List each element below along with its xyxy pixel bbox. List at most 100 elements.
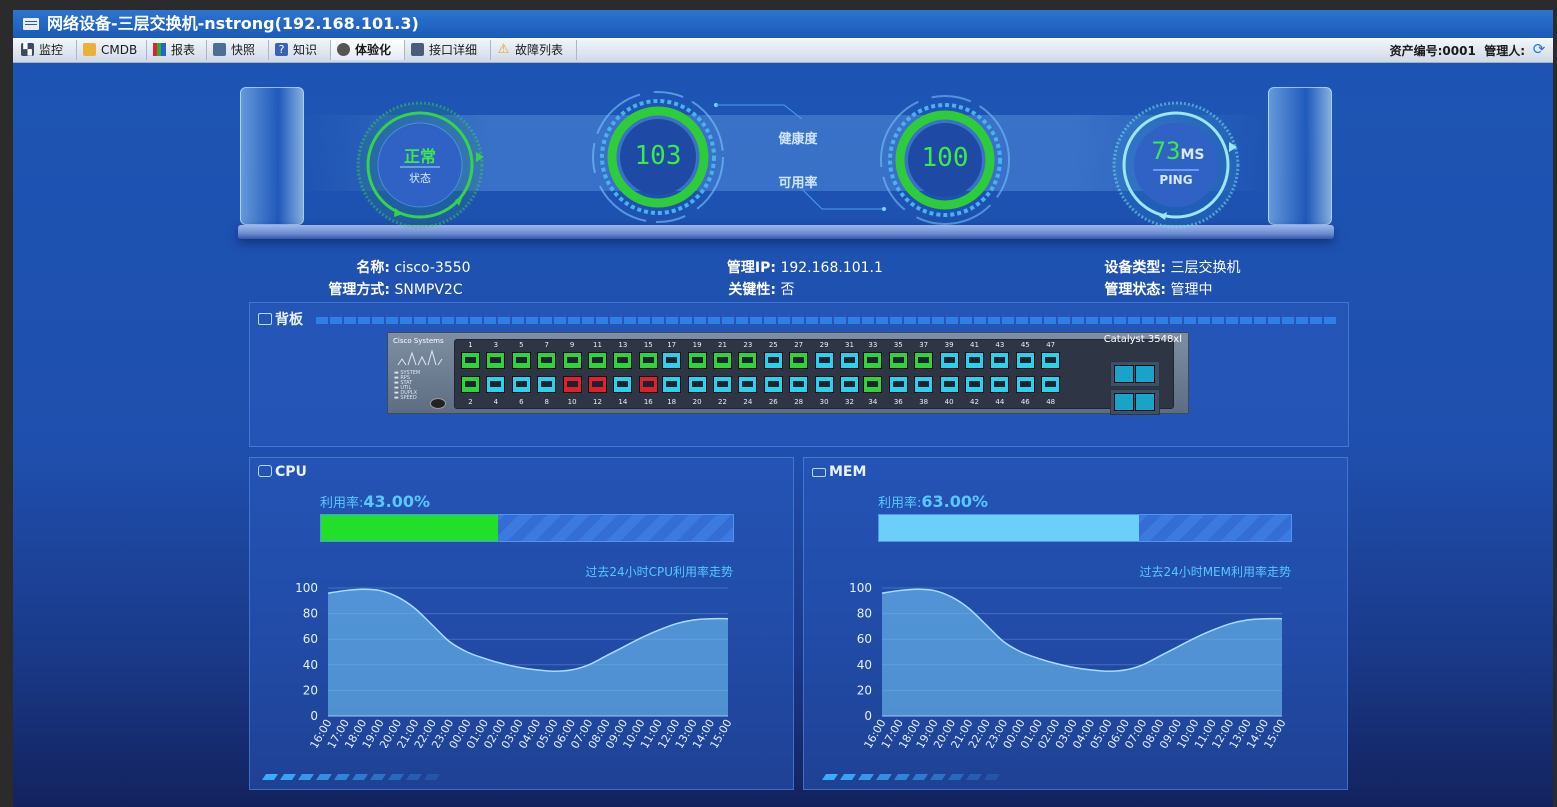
- stripe-mark: [298, 774, 314, 780]
- port-number: 3: [493, 341, 499, 349]
- switch-port-25[interactable]: [763, 352, 783, 369]
- stripe-mark: [840, 774, 856, 780]
- mem-util-fill: [879, 515, 1139, 541]
- switch-port-7[interactable]: [537, 352, 557, 369]
- switch-port-21[interactable]: [713, 352, 732, 369]
- y-tick-label: 100: [849, 581, 872, 595]
- switch-port-41[interactable]: [965, 352, 984, 369]
- uplink-port-1a: [1114, 365, 1134, 383]
- switch-port-12[interactable]: [588, 376, 607, 393]
- info-criticality-label: 关键性:: [728, 282, 776, 298]
- switch-port-43[interactable]: [990, 352, 1010, 369]
- switch-port-13[interactable]: [613, 352, 633, 369]
- info-device-type-label: 设备类型:: [1104, 260, 1166, 276]
- port-number: 6: [519, 398, 524, 406]
- stripe-mark: [822, 774, 838, 780]
- switch-port-36[interactable]: [888, 376, 908, 393]
- switch-port-33[interactable]: [863, 352, 883, 369]
- switch-port-30[interactable]: [814, 376, 834, 393]
- switch-port-14[interactable]: [613, 376, 633, 393]
- area-fill: [328, 589, 728, 716]
- switch-port-11[interactable]: [588, 352, 607, 369]
- switch-port-32[interactable]: [840, 376, 859, 393]
- switch-port-3[interactable]: [486, 352, 506, 369]
- glass-pillar-right: [1268, 87, 1332, 225]
- switch-port-40[interactable]: [939, 376, 959, 393]
- device-icon: [23, 18, 39, 30]
- uplink-port-1[interactable]: [1110, 361, 1160, 387]
- switch-port-47[interactable]: [1041, 352, 1061, 369]
- cpu-title: CPU: [258, 464, 307, 480]
- switch-port-18[interactable]: [662, 376, 682, 393]
- switch-port-44[interactable]: [990, 376, 1010, 393]
- switch-port-5[interactable]: [511, 352, 531, 369]
- switch-port-31[interactable]: [840, 352, 859, 369]
- port-number: 29: [819, 341, 829, 349]
- switch-port-42[interactable]: [965, 376, 984, 393]
- port-number: 20: [692, 398, 702, 406]
- refresh-icon[interactable]: ⟳: [1531, 41, 1547, 57]
- switch-port-23[interactable]: [738, 352, 758, 369]
- ping-unit: MS: [1180, 147, 1205, 163]
- switch-port-27[interactable]: [789, 352, 809, 369]
- switch-port-2[interactable]: [461, 376, 480, 393]
- switch-port-39[interactable]: [939, 352, 959, 369]
- switch-port-17[interactable]: [662, 352, 682, 369]
- switch-port-34[interactable]: [863, 376, 883, 393]
- port-number: 13: [618, 341, 628, 349]
- info-name-value: cisco-3550: [394, 260, 471, 276]
- stripe-mark: [424, 774, 440, 780]
- info-mgmt-ip: 管理IP: 192.168.101.1: [690, 257, 883, 277]
- switch-port-24[interactable]: [738, 376, 758, 393]
- switch-port-48[interactable]: [1041, 376, 1061, 393]
- mem-util-value: 63.00%: [921, 492, 989, 511]
- cpu-util-bar: [320, 514, 734, 542]
- switch-port-26[interactable]: [763, 376, 783, 393]
- tab-report[interactable]: 报表: [147, 40, 207, 60]
- switch-port-22[interactable]: [713, 376, 732, 393]
- switch-port-8[interactable]: [537, 376, 557, 393]
- port-number: 21: [718, 341, 727, 349]
- switch-port-16[interactable]: [638, 376, 658, 393]
- switch-port-37[interactable]: [914, 352, 934, 369]
- tab-experience[interactable]: 体验化: [331, 40, 405, 60]
- switch-port-29[interactable]: [814, 352, 834, 369]
- switch-port-38[interactable]: [914, 376, 934, 393]
- switch-port-6[interactable]: [511, 376, 531, 393]
- tab-knowledge[interactable]: ? 知识: [269, 40, 331, 60]
- tab-fault-list[interactable]: ⚠ 故障列表: [491, 40, 577, 60]
- switch-port-1[interactable]: [461, 352, 480, 369]
- stripe-mark: [262, 774, 278, 780]
- switch-port-4[interactable]: [486, 376, 506, 393]
- stripe-mark: [984, 774, 1000, 780]
- port-number: 16: [643, 398, 653, 406]
- port-number: 24: [743, 398, 753, 406]
- snapshot-icon: [213, 43, 226, 56]
- tab-snapshot[interactable]: 快照: [207, 40, 269, 60]
- switch-port-19[interactable]: [687, 352, 707, 369]
- switch-port-35[interactable]: [888, 352, 908, 369]
- y-tick-label: 20: [857, 683, 872, 697]
- memory-icon: [812, 468, 826, 477]
- mode-button[interactable]: [430, 398, 446, 409]
- mem-util: 利用率:63.00%: [878, 492, 988, 511]
- switch-port-10[interactable]: [562, 376, 582, 393]
- switch-port-46[interactable]: [1015, 376, 1035, 393]
- tab-monitor[interactable]: ▚ 监控: [15, 40, 77, 60]
- tab-interface-detail[interactable]: 接口详细: [405, 40, 491, 60]
- tab-cmdb[interactable]: CMDB: [77, 40, 147, 60]
- port-number: 31: [845, 341, 854, 349]
- switch-port-20[interactable]: [687, 376, 707, 393]
- uplink-port-2[interactable]: [1110, 389, 1160, 415]
- switch-port-45[interactable]: [1015, 352, 1035, 369]
- y-tick-label: 40: [303, 658, 318, 672]
- ping-value: 73: [1151, 137, 1181, 165]
- cpu-util-value: 43.00%: [363, 492, 431, 511]
- port-number: 43: [995, 341, 1005, 349]
- switch-port-area: 1 3 5 7 9 11 13 15 17 19 21 23 25 27 29 31 33 35 37 39 41 43 4…: [454, 339, 1174, 409]
- switch-port-9[interactable]: [562, 352, 582, 369]
- switch-port-15[interactable]: [638, 352, 658, 369]
- switch-port-28[interactable]: [789, 376, 809, 393]
- health-availability-connector: [714, 103, 886, 211]
- port-number: 12: [593, 398, 602, 406]
